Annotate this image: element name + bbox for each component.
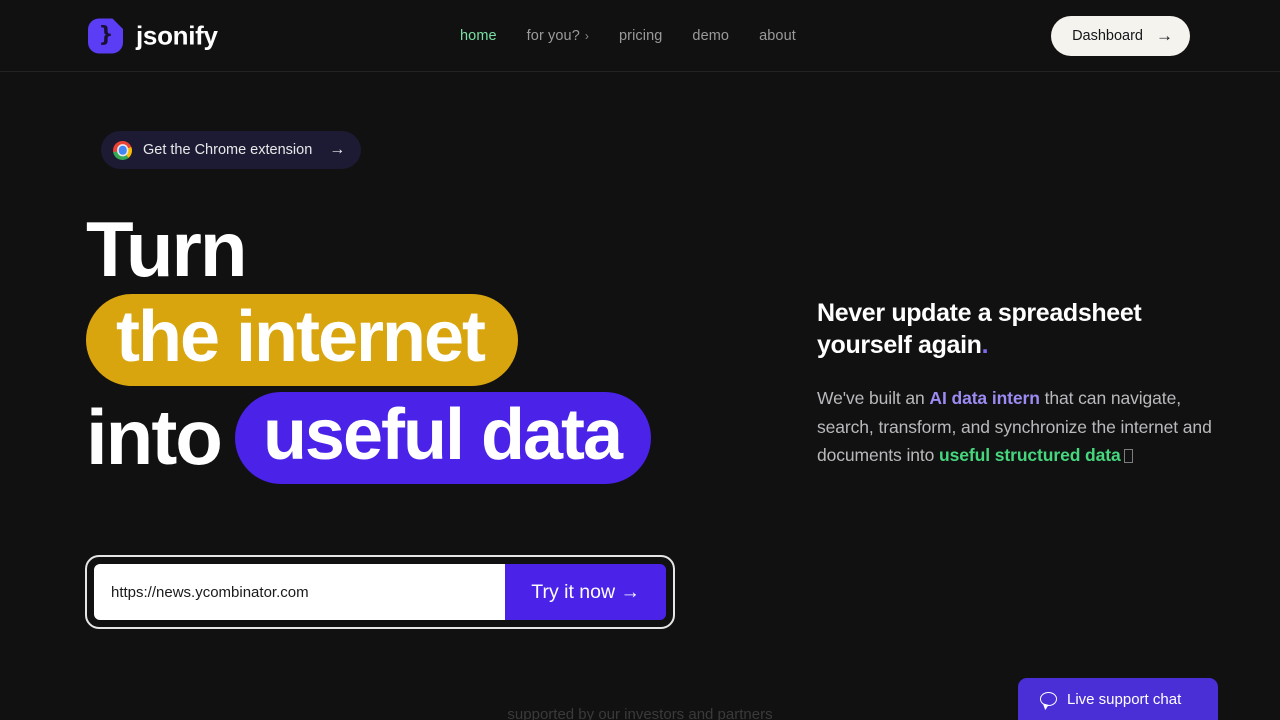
nav-label-pricing: pricing	[618, 27, 663, 44]
nav-label-demo: demo	[692, 27, 730, 44]
url-input[interactable]	[94, 564, 506, 620]
chat-bubble-icon	[1040, 692, 1057, 706]
brand-name: jsonify	[136, 20, 218, 50]
chrome-icon	[113, 140, 132, 160]
hero-headline: Turn the internet into useful data	[86, 205, 652, 484]
hero-right-column: Never update a spreadsheet yourself agai…	[817, 297, 1227, 470]
hero-subheadline: Never update a spreadsheet yourself agai…	[817, 297, 1227, 361]
headline-line-1: Turn	[86, 205, 651, 293]
dashboard-label: Dashboard	[1072, 27, 1143, 44]
headline-pill-the-internet: the internet	[86, 293, 519, 386]
chevron-right-icon: ›	[584, 28, 589, 43]
nav-label-about: about	[759, 27, 796, 44]
body-accent-useful-structured-data: useful structured data	[939, 445, 1121, 466]
subheadline-text: Never update a spreadsheet yourself agai…	[817, 299, 1142, 359]
primary-nav: home for you? › pricing demo about	[460, 28, 796, 44]
headline-pill-useful-data: useful data	[234, 391, 652, 484]
dashboard-button[interactable]: Dashboard →	[1051, 15, 1190, 56]
subheadline-period: .	[981, 331, 989, 359]
headline-line-3: into useful data	[86, 391, 652, 484]
chrome-extension-banner[interactable]: Get the Chrome extension →	[101, 131, 362, 169]
nav-item-home[interactable]: home	[460, 28, 497, 44]
nav-item-for-you[interactable]: for you? ›	[527, 28, 589, 44]
headline-line-2: the internet	[86, 293, 651, 386]
hero-body-copy: We've built an AI data intern that can n…	[817, 384, 1227, 470]
live-support-chat-button[interactable]: Live support chat	[1018, 678, 1218, 720]
arrow-right-icon: →	[329, 141, 346, 158]
missing-glyph-icon	[1123, 449, 1133, 464]
body-accent-ai-data-intern: AI data intern	[929, 388, 1040, 408]
chrome-extension-label: Get the Chrome extension	[143, 142, 313, 158]
url-search-bar: Try it now →	[85, 555, 675, 629]
arrow-right-icon: →	[1156, 26, 1173, 45]
brace-glyph: }	[98, 22, 114, 47]
body-text-part-1: We've built an	[817, 388, 930, 408]
headline-word-into: into	[86, 392, 223, 481]
live-support-chat-label: Live support chat	[1067, 690, 1182, 708]
jsonify-logo-icon: }	[88, 18, 123, 53]
nav-item-pricing[interactable]: pricing	[619, 28, 662, 44]
try-it-now-button[interactable]: Try it now →	[505, 564, 666, 620]
nav-item-about[interactable]: about	[759, 28, 796, 44]
nav-item-demo[interactable]: demo	[692, 28, 729, 44]
site-header: } jsonify home for you? › pricing demo a…	[0, 0, 1280, 72]
headline-word-turn: Turn	[86, 205, 248, 293]
nav-label-for-you: for you?	[526, 27, 580, 44]
nav-label-home: home	[460, 27, 497, 44]
brand-logo[interactable]: } jsonify	[88, 18, 218, 53]
